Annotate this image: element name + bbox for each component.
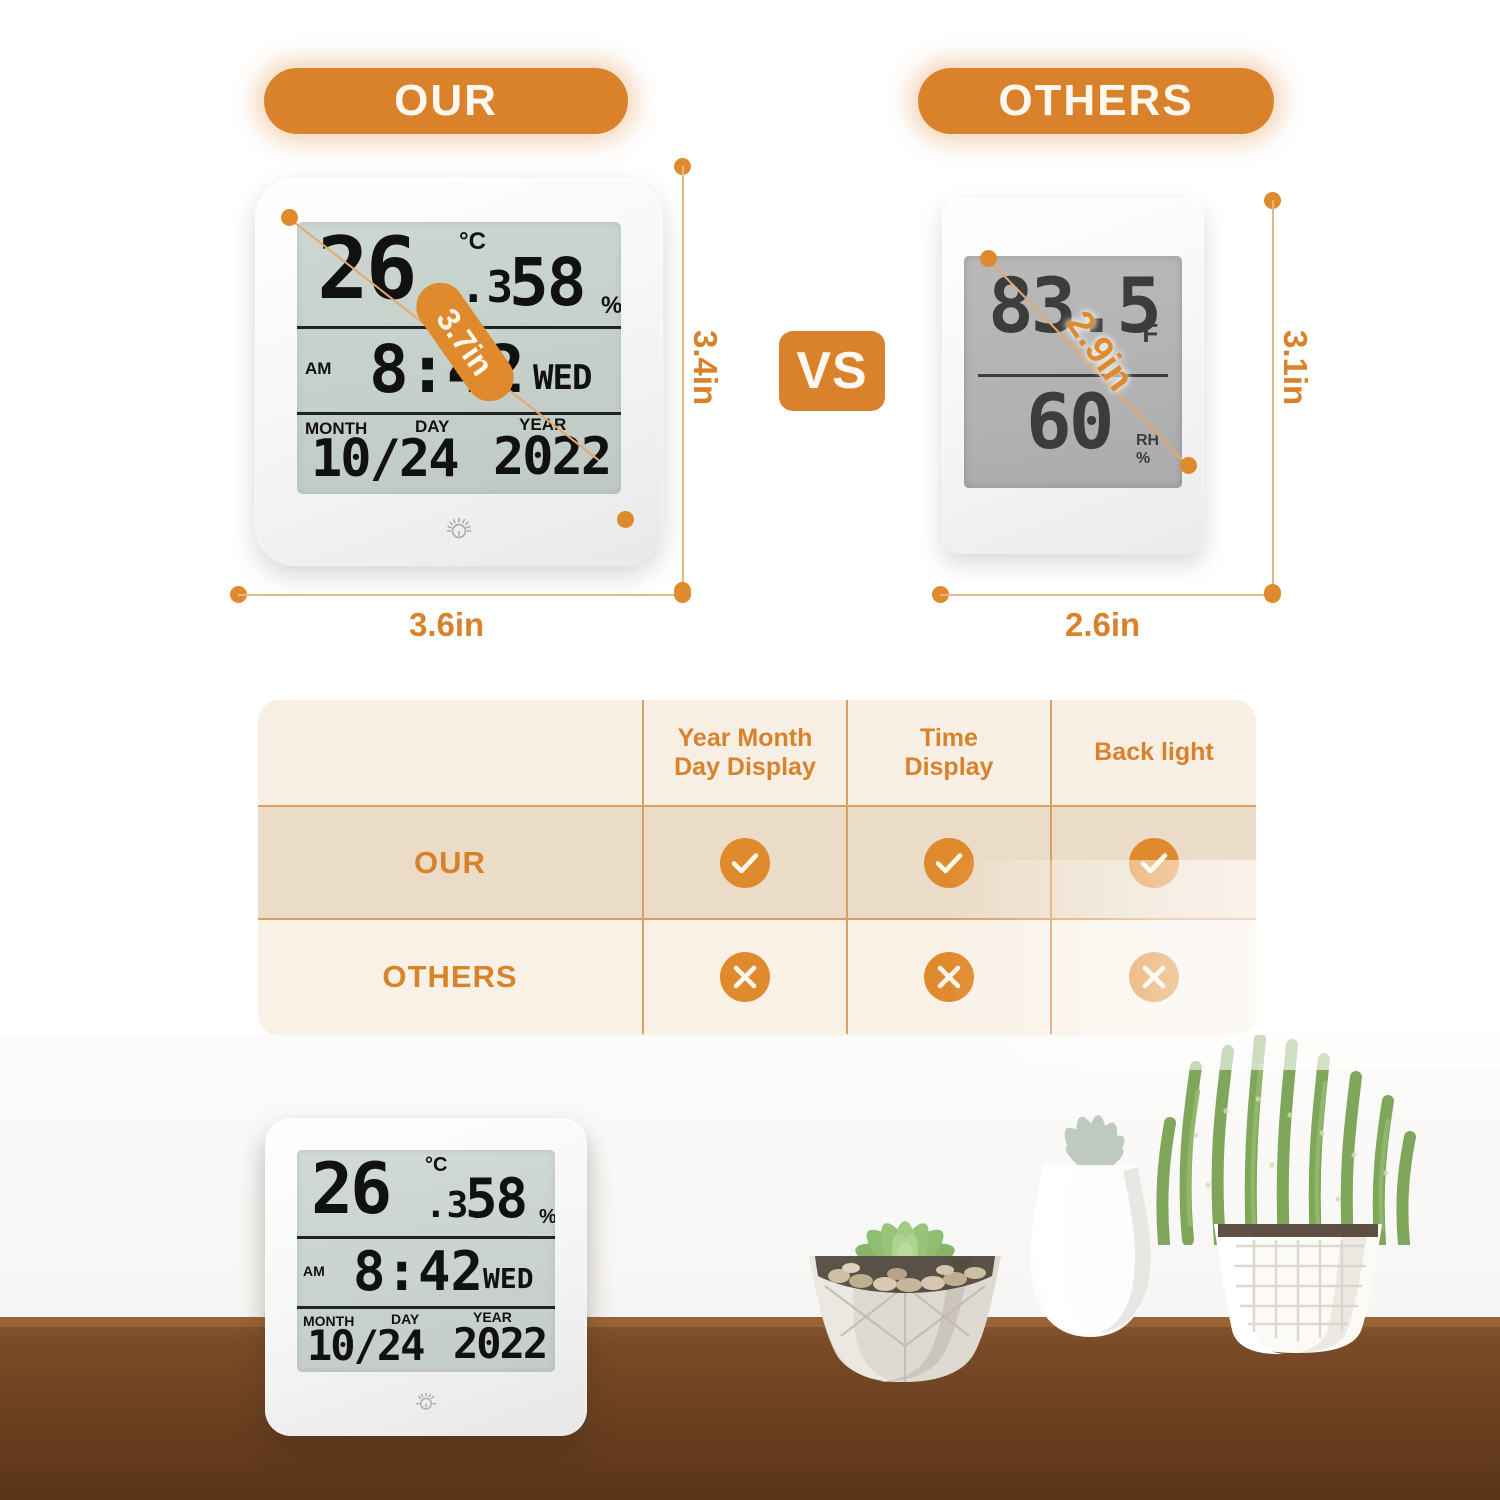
our-humidity-unit: % (601, 292, 621, 319)
others-device-lcd: 83.5 °F 60 RH % (964, 256, 1182, 488)
table-cell-others-time (848, 920, 1052, 1034)
our-temperature-value: 26 (317, 222, 418, 319)
others-temperature-unit: °F (1132, 318, 1159, 348)
our-date-value: 10/24 (311, 429, 460, 489)
table-header-year-month-day: Year Month Day Display (644, 700, 848, 805)
bottom-date-value: 10/24 (307, 1321, 425, 1370)
others-humidity-value: 60 (1026, 377, 1114, 466)
others-humidity-unit-group: RH % (1136, 432, 1159, 469)
lifestyle-scene (0, 1035, 1500, 1500)
bottom-lcd-temp-humidity-row: 26 °C .3 58 % (297, 1150, 555, 1236)
our-height-line (682, 166, 684, 590)
others-width-label: 2.6in (1065, 606, 1141, 643)
bottom-temperature-unit: °C (425, 1154, 448, 1176)
our-diagonal-start-dot (281, 209, 298, 226)
check-icon (924, 837, 974, 888)
header-ymd-line1: Year Month (677, 723, 813, 752)
badge-others: OTHERS (918, 68, 1274, 134)
others-height-line (1272, 200, 1274, 592)
table-cell-our-time (848, 807, 1052, 918)
our-humidity-value: 58 (509, 244, 586, 321)
header-ymd-line2: Day Display (674, 752, 816, 781)
cactus-plant (1148, 1035, 1438, 1245)
others-device: 83.5 °F 60 RH % (942, 198, 1204, 554)
table-cell-our-backlight (1052, 807, 1256, 918)
others-diagonal-end-dot (1180, 457, 1197, 474)
our-weekday-value: WED (533, 358, 592, 398)
table-row-others: OTHERS (258, 920, 1256, 1034)
table-cell-others-backlight (1052, 920, 1256, 1034)
our-height-label: 3.4in (687, 330, 724, 406)
others-width-right-dot (1264, 586, 1281, 603)
lightbulb-icon[interactable] (412, 1388, 440, 1416)
cross-icon (1129, 952, 1179, 1002)
table-header-corner-cell (258, 700, 644, 805)
header-time-line1: Time (920, 723, 978, 752)
concrete-geometric-pot (805, 1250, 1005, 1385)
bottom-weekday-value: WED (483, 1262, 534, 1295)
table-cell-others-ymd (644, 920, 848, 1034)
others-height-label: 3.1in (1277, 330, 1314, 406)
bottom-year-value: 2022 (453, 1319, 548, 1368)
check-icon (720, 837, 770, 888)
our-diagonal-end-dot (617, 511, 634, 528)
our-temperature-unit: °C (459, 228, 486, 255)
bottom-device: 26 °C .3 58 % AM 8:42 WED MONTH DAY YEAR… (265, 1118, 587, 1436)
bottom-humidity-value: 58 (465, 1167, 528, 1230)
white-textured-pot (1208, 1220, 1388, 1355)
bottom-temperature-value: 26 (311, 1150, 392, 1230)
lightbulb-icon[interactable] (442, 512, 476, 546)
header-backlight-line1: Back light (1094, 738, 1214, 767)
comparison-table: Year Month Day Display Time Display Back… (258, 700, 1256, 1036)
bottom-device-lcd: 26 °C .3 58 % AM 8:42 WED MONTH DAY YEAR… (297, 1150, 555, 1372)
table-header-back-light: Back light (1052, 700, 1256, 805)
others-width-line (940, 594, 1272, 596)
infographic-root: OUR OTHERS 26 °C .3 58 % AM 8:42 WED MON… (0, 0, 1500, 1500)
cross-icon (924, 952, 974, 1002)
our-meridiem-label: AM (305, 359, 332, 378)
others-diagonal-start-dot (980, 250, 997, 267)
table-cell-our-ymd (644, 807, 848, 918)
our-width-line (238, 594, 682, 596)
check-icon (1129, 837, 1179, 888)
others-humidity-percent-label: % (1136, 450, 1151, 468)
table-row-our: OUR (258, 805, 1256, 920)
table-row-our-label: OUR (258, 807, 644, 918)
bottom-temperature-decimal: .3 (425, 1185, 469, 1226)
white-tall-vase (1015, 1165, 1165, 1345)
our-width-label: 3.6in (409, 606, 485, 643)
bottom-humidity-unit: % (539, 1206, 555, 1229)
cross-icon (720, 952, 770, 1002)
badge-our: OUR (264, 68, 628, 134)
table-row-others-label: OTHERS (258, 920, 644, 1034)
table-header-row: Year Month Day Display Time Display Back… (258, 700, 1256, 805)
bottom-time-value: 8:42 (353, 1240, 484, 1303)
vs-badge: VS (779, 331, 885, 411)
bottom-lcd-time-row: AM 8:42 WED (297, 1236, 555, 1306)
header-time-line2: Display (904, 752, 994, 781)
bottom-lcd-date-row: MONTH DAY YEAR 10/24 2022 (297, 1306, 555, 1372)
our-lcd-date-row: MONTH DAY YEAR 10/24 2022 (297, 412, 621, 494)
bottom-meridiem-label: AM (303, 1263, 325, 1279)
table-header-time-display: Time Display (848, 700, 1052, 805)
our-width-right-dot (674, 586, 691, 603)
